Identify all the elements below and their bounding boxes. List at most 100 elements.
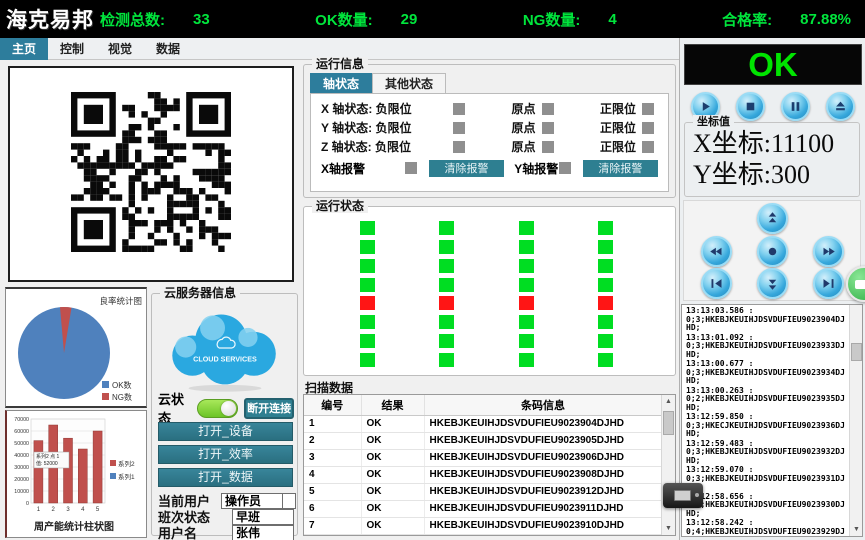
status-indicator-ok	[360, 334, 375, 348]
svg-text:20000: 20000	[14, 477, 29, 483]
pause-button[interactable]	[781, 92, 810, 121]
table-row[interactable]: 2OKHKEBJKEUIHJDSVDUFIEU9023905DJHD	[304, 432, 662, 449]
cloud-status-toggle[interactable]	[197, 399, 238, 418]
scrollbar-thumb[interactable]	[663, 411, 674, 435]
table-row[interactable]: 4OKHKEBJKEUIHJDSVDUFIEU9023908DJHD	[304, 466, 662, 483]
y-coordinate: Y坐标:300	[685, 159, 859, 190]
log-entry: 13:12:58.242 : 0;4;HKEBJKEUIHJDSVDUFIEU9…	[686, 519, 847, 537]
floating-device-widget[interactable]	[663, 483, 703, 508]
status-column	[360, 221, 375, 367]
table-scrollbar[interactable]: ▲ ▼	[661, 395, 675, 535]
svg-text:30000: 30000	[14, 465, 29, 471]
field-input[interactable]: 张伟	[232, 525, 294, 540]
field-input[interactable]: 早班	[232, 509, 294, 525]
jog-left-button[interactable]	[701, 236, 732, 267]
status-indicator-ok	[360, 240, 375, 254]
open-button-1[interactable]: 打开_效率	[158, 445, 293, 464]
table-row[interactable]: 6OKHKEBJKEUIHJDSVDUFIEU9023911DJHD	[304, 500, 662, 517]
dropdown-arrow[interactable]	[283, 493, 296, 509]
device-screen-icon	[674, 490, 691, 501]
disconnect-button[interactable]: 断开连接	[244, 398, 294, 419]
run-status-panel: 运行状态	[303, 206, 676, 376]
table-row[interactable]: 3OKHKEBJKEUIHJDSVDUFIEU9023906DJHD	[304, 449, 662, 466]
tab-主页[interactable]: 主页	[0, 38, 48, 60]
log-scrollbar[interactable]: ▼	[849, 305, 862, 536]
double-up-icon	[765, 211, 780, 226]
log-entry: 13:13:00.677 : 0;3;HKEBJKEUIHJDSVDUFIEU9…	[686, 360, 847, 386]
jog-up-button[interactable]	[757, 203, 788, 234]
table-row[interactable]: 7OKHKEBJKEUIHJDSVDUFIEU9023910DJHD	[304, 517, 662, 534]
open-button-2[interactable]: 打开_数据	[158, 468, 293, 487]
table-cell: HKEBJKEUIHJDSVDUFIEU9023904DJHD	[424, 415, 662, 432]
runinfo-tab-轴状态[interactable]: 轴状态	[310, 73, 372, 93]
double-down-icon	[765, 276, 780, 291]
tab-视觉[interactable]: 视觉	[96, 38, 144, 60]
scroll-up-arrow[interactable]: ▲	[662, 395, 675, 408]
axis-row: Z 轴状态: 负限位 原点 正限位	[311, 137, 668, 156]
log-scroll-down-arrow[interactable]: ▼	[850, 523, 863, 536]
log-entry: 13:12:59.850 : 0;3;HKECJKEUIHJDSVDUFIEU9…	[686, 413, 847, 439]
origin-label: 原点	[511, 138, 535, 155]
dot-icon	[765, 244, 780, 259]
origin-label: 原点	[511, 100, 535, 117]
log-message: 0;3;HKEBJKEUIHJDSVDUFIEU9023930DJHD;	[686, 501, 847, 518]
svg-text:5: 5	[96, 507, 100, 513]
status-indicator-ng	[360, 296, 375, 310]
jog-down-button[interactable]	[757, 268, 788, 299]
status-indicator-ok	[360, 221, 375, 235]
home-button[interactable]	[701, 268, 732, 299]
tab-数据[interactable]: 数据	[144, 38, 192, 60]
clear-alarm-button[interactable]: 清除报警	[583, 160, 658, 177]
eject-icon	[834, 100, 847, 113]
status-indicator-ok	[598, 278, 613, 292]
jog-right-button[interactable]	[813, 236, 844, 267]
field-label: 用户名	[158, 523, 232, 540]
svg-text:系列1: 系列1	[118, 472, 135, 481]
table-cell: 7	[304, 517, 361, 534]
table-cell: 1	[304, 415, 361, 432]
scroll-down-arrow[interactable]: ▼	[662, 522, 675, 535]
status-indicator-ok	[439, 259, 454, 273]
status-indicator-ok	[360, 353, 375, 367]
result-display: OK	[684, 44, 862, 85]
svg-text:值: 52000: 值: 52000	[36, 460, 58, 467]
log-scrollbar-thumb[interactable]	[851, 343, 862, 361]
alarm-label: X轴报警	[321, 160, 405, 177]
table-cell: HKEBJKEUIHJDSVDUFIEU9023905DJHD	[424, 432, 662, 449]
status-indicator-ok	[360, 278, 375, 292]
origin-indicator	[542, 141, 554, 153]
status-indicator-ok	[598, 315, 613, 329]
eject-button[interactable]	[826, 92, 855, 121]
table-cell: HKEBJKEUIHJDSVDUFIEU9023910DJHD	[424, 517, 662, 534]
stat-value: 87.88%	[800, 11, 851, 28]
column-header[interactable]: 编号	[304, 395, 361, 415]
axis-status-content: X 轴状态: 负限位 原点 正限位 Y 轴状态: 负限位 原点 正限位 Z 轴状…	[310, 93, 669, 192]
open-button-0[interactable]: 打开_设备	[158, 422, 293, 441]
communication-log[interactable]: ▼ 13:13:03.586 : 0;3;HKEBJKEUIHJDSVDUFIE…	[681, 304, 863, 537]
column-header[interactable]: 结果	[361, 395, 424, 415]
table-row[interactable]: 5OKHKEBJKEUIHJDSVDUFIEU9023912DJHD	[304, 483, 662, 500]
center-stop-button[interactable]	[757, 236, 788, 267]
axis-label: X 轴状态: 负限位	[321, 100, 453, 117]
log-entry: 13:13:00.263 : 0;2;HKEBJKEUIHJDSVDUFIEU9…	[686, 387, 847, 413]
pos-limit-label: 正限位	[600, 119, 636, 136]
table-row[interactable]: 1OKHKEBJKEUIHJDSVDUFIEU9023904DJHD	[304, 415, 662, 432]
svg-text:系列2: 系列2	[118, 459, 135, 468]
topbar-stat: 检测总数: 33	[100, 9, 210, 30]
toggle-knob	[221, 401, 236, 416]
stop-button[interactable]	[736, 92, 765, 121]
clear-alarm-button[interactable]: 清除报警	[429, 160, 504, 177]
origin-indicator	[542, 122, 554, 134]
tab-控制[interactable]: 控制	[48, 38, 96, 60]
svg-text:NG数: NG数	[112, 392, 132, 402]
end-button[interactable]	[813, 268, 844, 299]
svg-text:OK数: OK数	[112, 380, 132, 390]
topbar-stat: OK数量: 29	[315, 9, 417, 30]
rewind-icon	[709, 244, 724, 259]
column-header[interactable]: 条码信息	[424, 395, 662, 415]
runinfo-tab-其他状态[interactable]: 其他状态	[372, 73, 446, 93]
alarm-label: Y轴报警	[514, 160, 559, 177]
stat-value: 4	[608, 11, 616, 28]
svg-text:0: 0	[26, 501, 29, 507]
origin-indicator	[542, 103, 554, 115]
